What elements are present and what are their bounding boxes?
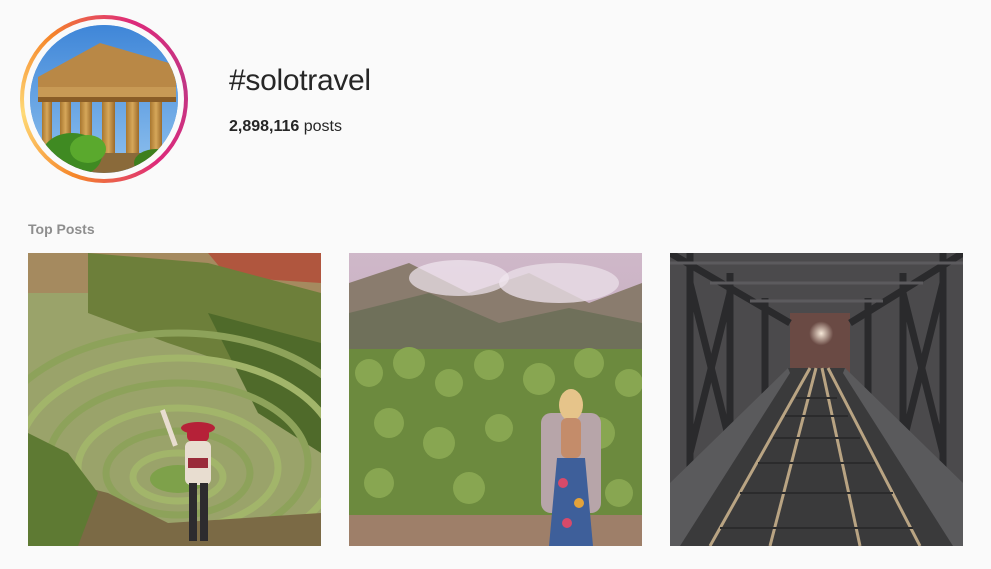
post-count: 2,898,116 posts bbox=[229, 117, 342, 137]
terraces-photo bbox=[28, 253, 321, 546]
top-post-2[interactable] bbox=[349, 253, 642, 546]
hashtag-page: #solotravel 2,898,116 posts Top Posts bbox=[0, 0, 991, 569]
hashtag-title: #solotravel bbox=[229, 64, 371, 97]
railway-bridge-photo bbox=[670, 253, 963, 546]
top-posts-heading: Top Posts bbox=[28, 221, 95, 237]
top-post-3[interactable] bbox=[670, 253, 963, 546]
post-count-label: posts bbox=[299, 118, 342, 135]
temple-image bbox=[30, 25, 178, 173]
hedge-wall-photo bbox=[349, 253, 642, 546]
hashtag-avatar bbox=[30, 25, 178, 173]
top-post-1[interactable] bbox=[28, 253, 321, 546]
post-count-number: 2,898,116 bbox=[229, 118, 300, 135]
hashtag-avatar-ring[interactable] bbox=[20, 15, 188, 183]
